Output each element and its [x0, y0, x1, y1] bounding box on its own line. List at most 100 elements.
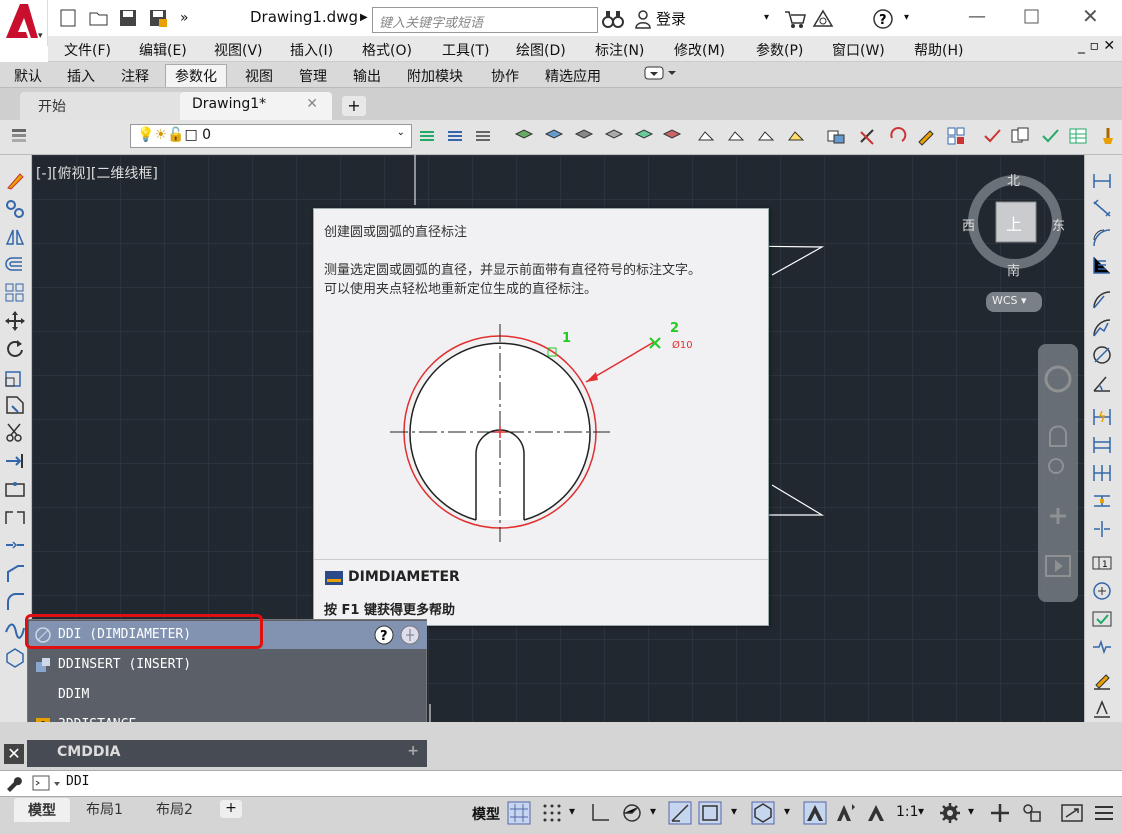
menu-insert[interactable]: 插入(I): [290, 40, 333, 60]
layout-tab-2[interactable]: 布局2: [156, 799, 193, 819]
copy-tool-icon[interactable]: [1010, 126, 1030, 146]
command-prompt-icon[interactable]: [32, 774, 62, 792]
layer-tool-9-icon[interactable]: [756, 126, 776, 146]
dim-text-edit-icon[interactable]: [1091, 698, 1113, 720]
ordinate-dim-icon[interactable]: [1091, 254, 1113, 276]
ortho-mode-icon[interactable]: [588, 801, 612, 825]
a360-icon[interactable]: [812, 9, 834, 29]
viewcube-north[interactable]: 北: [1007, 170, 1020, 189]
isolate-objects-icon[interactable]: [1020, 801, 1044, 825]
offset-icon[interactable]: [4, 254, 26, 276]
erase-icon[interactable]: [4, 170, 26, 192]
layout-tab-1[interactable]: 布局1: [86, 799, 123, 819]
file-tab-start[interactable]: 开始: [20, 92, 185, 120]
center-mark-icon[interactable]: [1091, 580, 1113, 602]
viewcube-west[interactable]: 西: [962, 215, 975, 234]
explode-icon[interactable]: [4, 646, 26, 668]
fullscreen-icon[interactable]: [1060, 801, 1084, 825]
linear-dim-icon[interactable]: [1091, 170, 1113, 192]
help-icon[interactable]: ?: [374, 625, 394, 645]
search-input[interactable]: 键入关键字或短语: [372, 7, 598, 33]
polar-dropdown-icon[interactable]: ▾: [650, 804, 656, 818]
tab-view[interactable]: 视图: [245, 66, 273, 86]
osnap-dropdown-icon[interactable]: ▾: [731, 804, 737, 818]
scale-dropdown-icon[interactable]: ▾: [918, 804, 924, 818]
menu-parametric[interactable]: 参数(P): [756, 40, 803, 60]
minimize-icon[interactable]: —: [968, 6, 986, 27]
add-layout-icon[interactable]: +: [220, 800, 242, 818]
blend-curves-icon[interactable]: [4, 618, 26, 640]
layer-dropdown[interactable]: 💡☀🔓□ 0 ⌄: [130, 124, 412, 148]
array-icon[interactable]: [4, 282, 26, 304]
snap-mode-icon[interactable]: [540, 801, 564, 825]
customize-menu-icon[interactable]: [1092, 801, 1116, 825]
make-current-layer-icon[interactable]: [418, 126, 438, 146]
dim-space-icon[interactable]: [1091, 490, 1113, 512]
layer-tool-6-icon[interactable]: [662, 126, 682, 146]
layer-tool-5-icon[interactable]: [634, 126, 654, 146]
layer-tool-4-icon[interactable]: [604, 126, 624, 146]
quick-access-more-icon[interactable]: »: [180, 10, 189, 26]
application-menu-button[interactable]: ▾: [0, 0, 48, 46]
menu-draw[interactable]: 绘图(D): [516, 40, 566, 60]
new-tab-icon[interactable]: +: [342, 96, 366, 116]
tab-annotate[interactable]: 注释: [121, 66, 149, 86]
3d-osnap-icon[interactable]: [751, 801, 775, 825]
tab-addins[interactable]: 附加模块: [407, 66, 463, 86]
menu-view[interactable]: 视图(V): [214, 40, 263, 60]
viewcube-south[interactable]: 南: [1007, 260, 1020, 279]
layer-properties-icon[interactable]: [10, 126, 30, 146]
auto-scale-icon[interactable]: [834, 801, 858, 825]
layer-previous-icon[interactable]: [446, 126, 466, 146]
workspace-gear-icon[interactable]: [938, 801, 962, 825]
doc-window-controls-icon[interactable]: _ ▫ ✕: [1078, 38, 1115, 54]
table-tool-icon[interactable]: [1068, 126, 1088, 146]
help-dropdown-icon[interactable]: ▾: [904, 12, 909, 23]
viewport-label[interactable]: [-][俯视][二维线框]: [36, 163, 158, 183]
close-tab-icon[interactable]: ✕: [306, 96, 318, 112]
annotation-visibility-icon[interactable]: [803, 801, 827, 825]
ribbon-toggle-icon[interactable]: [644, 65, 678, 81]
login-dropdown-icon[interactable]: ▾: [764, 12, 769, 23]
customize-wrench-icon[interactable]: [4, 774, 22, 792]
angular-dim-icon[interactable]: [1091, 372, 1113, 394]
wcs-menu[interactable]: WCS ▾: [986, 292, 1042, 312]
layer-tool-7-icon[interactable]: [696, 126, 716, 146]
command-input[interactable]: DDI: [66, 774, 89, 789]
menu-edit[interactable]: 编辑(E): [139, 40, 187, 60]
inspect-icon[interactable]: [1091, 608, 1113, 630]
brush-tool-icon[interactable]: [1098, 126, 1118, 146]
check-tool-icon[interactable]: [982, 126, 1002, 146]
tab-output[interactable]: 输出: [353, 66, 381, 86]
tab-manage[interactable]: 管理: [299, 66, 327, 86]
block-tool-icon[interactable]: [826, 126, 846, 146]
break-at-point-icon[interactable]: [4, 478, 26, 500]
login-link[interactable]: 登录: [656, 8, 686, 29]
quick-dim-icon[interactable]: [1091, 406, 1113, 428]
annotation-scale-icon[interactable]: [864, 801, 888, 825]
object-snap-icon[interactable]: [698, 801, 722, 825]
grid-tool-icon[interactable]: [946, 126, 966, 146]
user-icon[interactable]: [634, 9, 652, 29]
close-icon[interactable]: ✕: [1082, 4, 1099, 28]
move-icon[interactable]: [4, 310, 26, 332]
tab-collaborate[interactable]: 协作: [491, 66, 519, 86]
tab-parametric[interactable]: 参数化: [165, 64, 227, 87]
maximize-icon[interactable]: [1024, 9, 1040, 25]
arc-length-icon[interactable]: [1091, 226, 1113, 248]
command-line[interactable]: [0, 770, 1122, 796]
grid-display-icon[interactable]: [507, 801, 531, 825]
chamfer-icon[interactable]: [4, 562, 26, 584]
baseline-dim-icon[interactable]: [1091, 434, 1113, 456]
layer-tool-3-icon[interactable]: [574, 126, 594, 146]
polar-tracking-icon[interactable]: [620, 801, 644, 825]
menu-format[interactable]: 格式(O): [362, 40, 412, 60]
tab-default[interactable]: 默认: [14, 66, 42, 86]
expand-history-icon[interactable]: +: [407, 743, 419, 759]
copy-icon[interactable]: [4, 198, 26, 220]
scale-icon[interactable]: [4, 366, 26, 388]
diameter-dim-icon[interactable]: [1091, 344, 1113, 366]
mirror-icon[interactable]: [4, 226, 26, 248]
save-as-icon[interactable]: [148, 8, 170, 30]
isodraft-icon[interactable]: [668, 801, 692, 825]
